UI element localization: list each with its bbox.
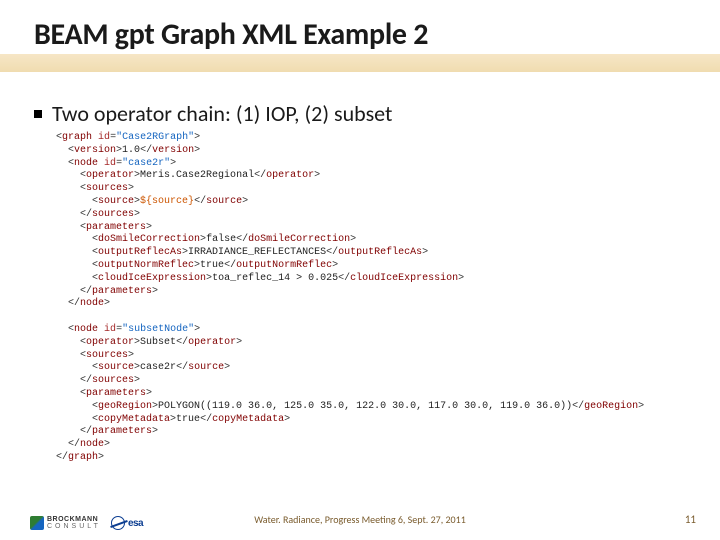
tag: sources [86, 350, 128, 361]
tag: source [206, 196, 242, 207]
tag: sources [92, 375, 134, 386]
tag: cloudIceExpression [98, 273, 206, 284]
tag: node [80, 298, 104, 309]
tag: geoRegion [98, 401, 152, 412]
tag: parameters [92, 286, 152, 297]
tag: sources [86, 183, 128, 194]
footer-center-text: Water. Radiance, Progress Meeting 6, Sep… [254, 513, 466, 526]
tag: cloudIceExpression [350, 273, 458, 284]
text: Meris.Case2Regional [140, 170, 254, 181]
tag: geoRegion [584, 401, 638, 412]
tag: operator [86, 170, 134, 181]
attr-val: "Case2RGraph" [116, 132, 194, 143]
tag: doSmileCorrection [98, 234, 200, 245]
bullet-icon [34, 110, 42, 118]
text: true [200, 260, 224, 271]
tag: source [98, 196, 134, 207]
attr-val: "subsetNode" [122, 324, 194, 335]
slide-title: BEAM gpt Graph XML Example 2 [34, 16, 428, 53]
logo-group: BROCKMANN CONSULT esa [30, 516, 143, 530]
text: 1.0 [122, 145, 140, 156]
tag: source [98, 362, 134, 373]
attr-val: "case2r" [122, 158, 170, 169]
text: ${source} [140, 196, 194, 207]
page-number: 11 [685, 513, 696, 526]
tag: operator [86, 337, 134, 348]
tag: graph [68, 452, 98, 463]
text: IRRADIANCE_REFLECTANCES [188, 247, 326, 258]
tag: node [74, 324, 98, 335]
brockmann-logo: BROCKMANN CONSULT [30, 516, 101, 530]
tag: doSmileCorrection [248, 234, 350, 245]
title-band [0, 54, 720, 72]
tag: parameters [86, 388, 146, 399]
text: case2r [140, 362, 176, 373]
brockmann-mark-icon [30, 516, 44, 530]
tag: operator [188, 337, 236, 348]
esa-text: esa [128, 518, 143, 529]
tag: node [74, 158, 98, 169]
bullet-row: Two operator chain: (1) IOP, (2) subset [34, 100, 392, 127]
tag: operator [266, 170, 314, 181]
bullet-text: Two operator chain: (1) IOP, (2) subset [52, 100, 392, 127]
tag: outputReflecAs [98, 247, 182, 258]
tag: parameters [86, 222, 146, 233]
tag: node [80, 439, 104, 450]
text: POLYGON((119.0 36.0, 125.0 35.0, 122.0 3… [158, 401, 572, 412]
footer: BROCKMANN CONSULT esa Water. Radiance, P… [0, 502, 720, 532]
tag: copyMetadata [98, 414, 170, 425]
attr: id [98, 132, 110, 143]
tag: outputNormReflec [98, 260, 194, 271]
brockmann-top: BROCKMANN [47, 516, 101, 523]
tag: graph [62, 132, 92, 143]
tag: version [74, 145, 116, 156]
attr: id [104, 324, 116, 335]
tag: version [152, 145, 194, 156]
attr: id [104, 158, 116, 169]
text: toa_reflec_14 > 0.025 [212, 273, 338, 284]
text: true [176, 414, 200, 425]
xml-code-block: <graph id="Case2RGraph"> <version>1.0</v… [56, 132, 696, 465]
tag: source [188, 362, 224, 373]
tag: copyMetadata [212, 414, 284, 425]
tag: sources [92, 209, 134, 220]
text: Subset [140, 337, 176, 348]
brockmann-text: BROCKMANN CONSULT [47, 516, 101, 530]
esa-mark-icon [111, 516, 125, 530]
text: false [206, 234, 236, 245]
tag: outputNormReflec [236, 260, 332, 271]
tag: parameters [92, 426, 152, 437]
brockmann-bot: CONSULT [47, 523, 101, 530]
tag: outputReflecAs [338, 247, 422, 258]
esa-logo: esa [111, 516, 143, 530]
